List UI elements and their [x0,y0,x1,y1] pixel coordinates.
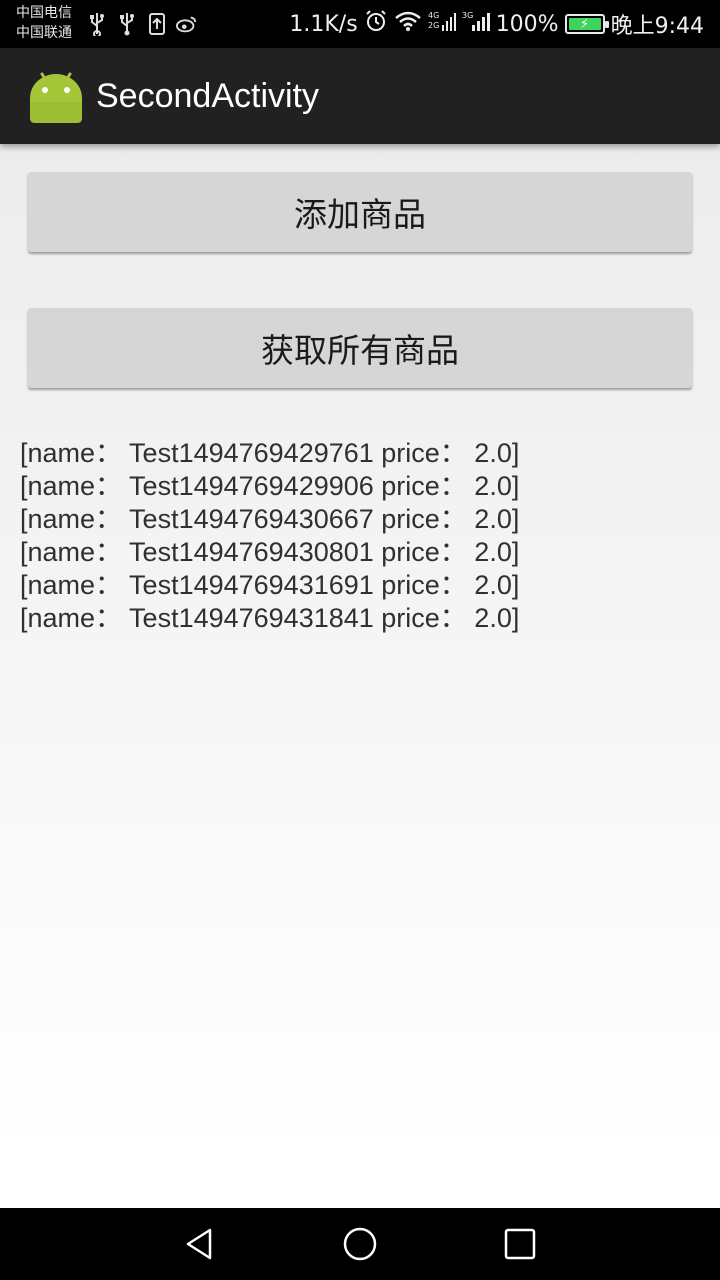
list-item: [name： Test1494769431691 price： 2.0] [20,570,520,600]
upload-icon [146,11,168,37]
signal-4g-icon: 4G 2G [428,9,456,39]
net-speed: 1.1K/s [289,11,358,37]
product-list: [name： Test1494769429761 price： 2.0] [na… [20,437,519,635]
back-icon[interactable] [180,1224,220,1264]
wifi-icon [394,10,422,38]
usb-icon [86,11,108,37]
battery-percent: 100% [495,11,559,37]
get-all-products-button[interactable]: 获取所有商品 [28,308,692,388]
android-icon [28,68,84,124]
signal-3g-icon: 3G [462,9,490,39]
weibo-icon [176,11,198,37]
battery-icon: ⚡ [564,14,609,34]
carrier-1: 中国电信 [16,5,72,21]
status-right: 1.1K/s 4G 2G 3G 100% ⚡ 晚上9:44 [289,0,704,48]
status-bar: 中国电信 中国联通 1.1K/s 4G 2G 3G 100% ⚡ 晚上9:44 [0,0,720,48]
alarm-icon [364,9,388,39]
list-item: [name： Test1494769429906 price： 2.0] [20,471,520,501]
app-title: SecondActivity [96,77,319,115]
notification-icons [86,11,198,37]
clock: 晚上9:44 [610,14,704,39]
svg-text:2G: 2G [428,21,439,30]
main-content: 添加商品 获取所有商品 [name： Test1494769429761 pri… [0,144,720,1208]
carrier-info: 中国电信 中国联通 [16,3,72,43]
usb-icon [116,11,138,37]
list-item: [name： Test1494769430667 price： 2.0] [20,504,520,534]
carrier-2: 中国联通 [16,25,72,41]
svg-text:4G: 4G [428,11,439,20]
list-item: [name： Test1494769429761 price： 2.0] [20,438,520,468]
list-item: [name： Test1494769431841 price： 2.0] [20,603,520,633]
home-icon[interactable] [340,1224,380,1264]
action-bar: SecondActivity [0,48,720,144]
navigation-bar [0,1208,720,1280]
svg-text:3G: 3G [462,11,473,20]
recent-apps-icon[interactable] [500,1224,540,1264]
add-product-button[interactable]: 添加商品 [28,172,692,252]
list-item: [name： Test1494769430801 price： 2.0] [20,537,520,567]
